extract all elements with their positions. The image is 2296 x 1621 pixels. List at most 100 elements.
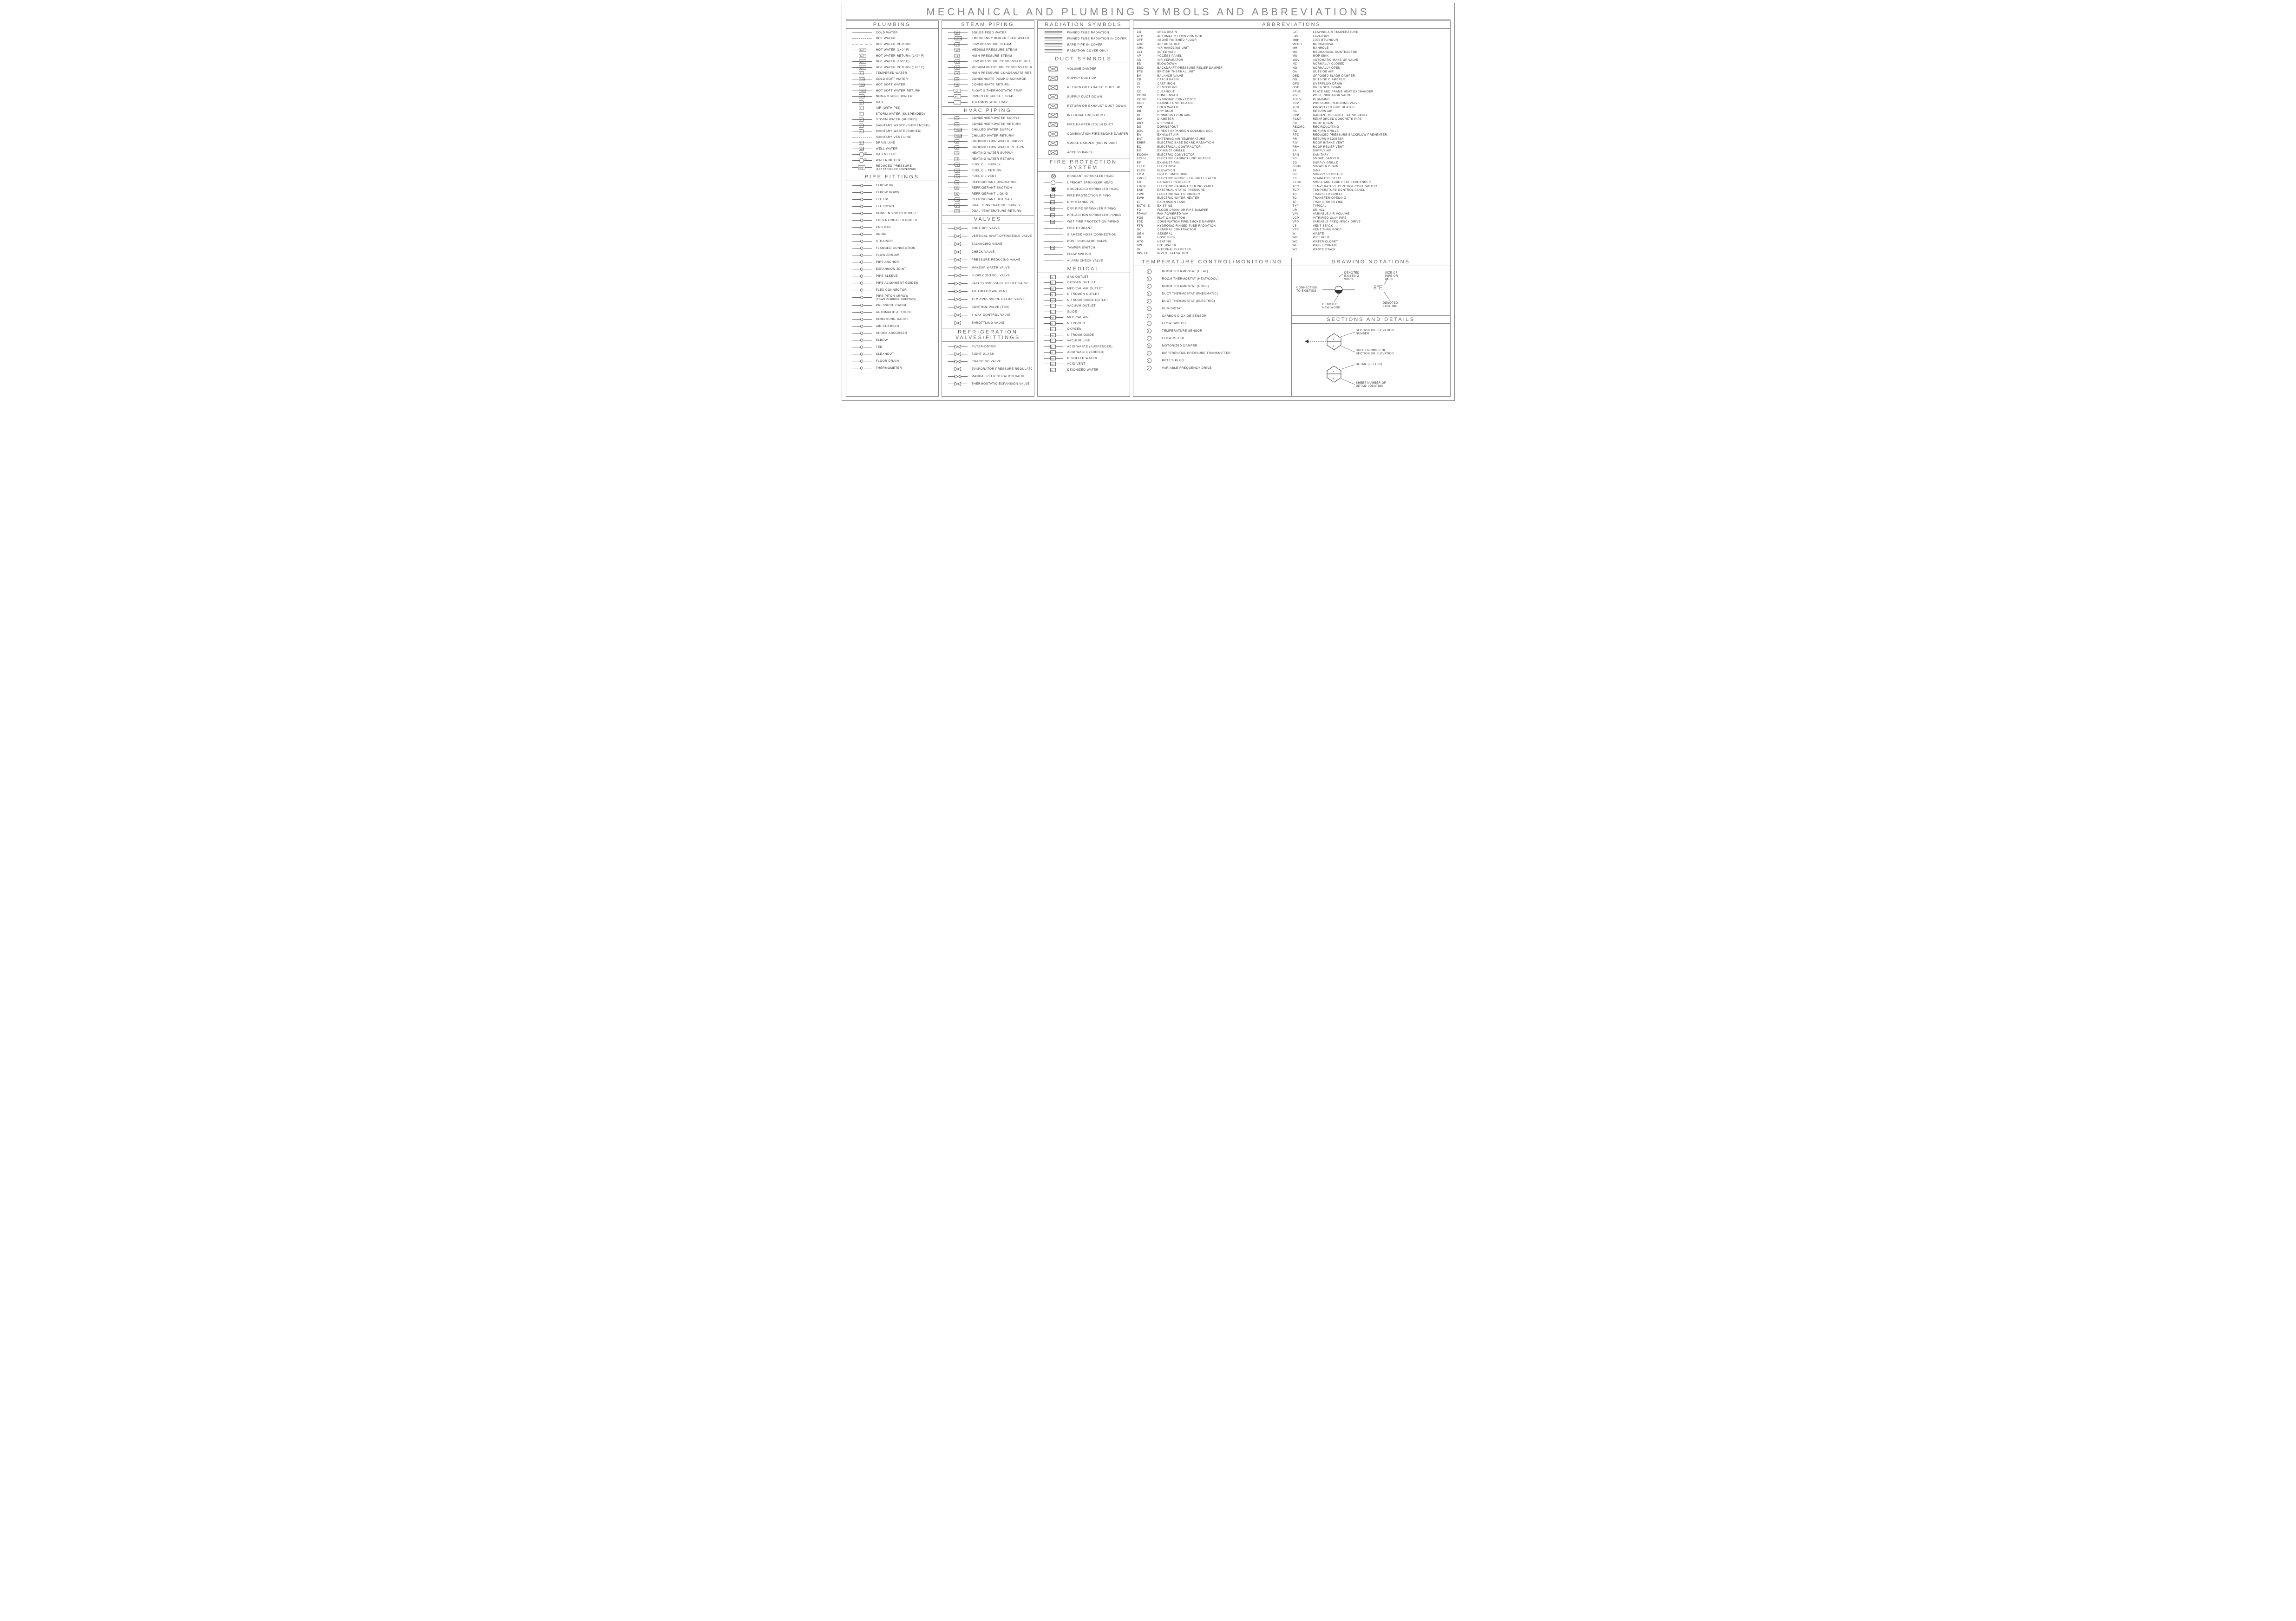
symbol-icon: F&T (944, 88, 972, 93)
svg-text:NEW WORK: NEW WORK (1322, 307, 1340, 309)
abbrev-key: RR (1293, 137, 1311, 142)
legend-label: AUTOMATIC AIR VENT (876, 311, 936, 314)
sheet-title: MECHANICAL AND PLUMBING SYMBOLS AND ABBR… (846, 6, 1451, 20)
svg-text:CHWR: CHWR (955, 135, 962, 137)
symbol-icon: MPR (944, 65, 972, 70)
symbol-icon: WW (848, 146, 876, 151)
symbol-icon: RHG (944, 197, 972, 202)
symbol-icon: HS (944, 150, 972, 156)
sec-title-sections: SECTIONS AND DETAILS (1292, 316, 1450, 324)
symbol-icon (944, 242, 972, 247)
legend-label: PRESSURE REDUCING VALVE (972, 256, 1032, 264)
abbrev-key: LAT (1293, 31, 1311, 35)
svg-text:IBT: IBT (955, 96, 957, 98)
legend-label: FLOW SWITCH (1162, 322, 1289, 325)
symbol-icon: F (1040, 193, 1067, 198)
legend-label: FINNED TUBE RADIATION (1067, 31, 1128, 34)
legend-row: ELBOW (848, 337, 936, 344)
legend-label: PIPE ALIGNMENT GUIDES (876, 281, 936, 285)
legend-row: LPRLOW PRESSURE CONDENSATE RETURN (944, 59, 1032, 65)
legend-label: MEDIUM PRESSURE STEAM (972, 48, 1032, 52)
abbrev-key: EWH (1137, 196, 1156, 201)
abbrev-key: SA (1293, 149, 1311, 153)
notation-diagram-icon: DENOTED EXISTING WORK DENOTED NEW WORK C… (1295, 269, 1447, 311)
legend-label: MOTORIZED DAMPER (1162, 344, 1289, 347)
legend-label: PRE-ACTION SPRINKLER PIPING (1067, 214, 1128, 217)
symbol-icon (848, 225, 876, 230)
symbol-icon (944, 265, 972, 270)
legend-label: TEMP/PRESSURE RELIEF VALVE (972, 296, 1032, 303)
legend-row: FOSFUEL OIL SUPPLY (944, 162, 1032, 168)
legend-row: UNION (848, 231, 936, 238)
symbol-icon: WF (1040, 219, 1067, 224)
svg-text:HPR: HPR (955, 72, 960, 75)
abbrev-key: EBBR (1137, 141, 1156, 145)
legend-row: THERMOSTATIC EXPANSION VALVE (944, 380, 1032, 387)
legend-label: END CAP (876, 226, 936, 229)
legend-row: TROOM THERMOSTAT (HEAT/COOL) (1136, 275, 1289, 283)
symbol-icon: G (848, 100, 876, 105)
abbrev-key: ECONV (1137, 153, 1156, 157)
symbol-icon: // (848, 117, 876, 122)
abbrev-value: AIR HOSE REEL (1158, 43, 1291, 47)
abbrev-value: RETURN AIR (1313, 110, 1446, 114)
list-temp: TROOM THERMOSTAT (HEAT)TROOM THERMOSTAT … (1133, 266, 1292, 374)
abbrev-key: OFD (1293, 82, 1311, 86)
svg-text:CSW: CSW (860, 78, 865, 80)
abbrev-key: FSD (1137, 220, 1156, 224)
legend-row: RADIATION COVER ONLY (1040, 48, 1128, 54)
symbol-icon (1040, 30, 1067, 35)
symbol-icon (944, 257, 972, 262)
abbrev-key: SS (1293, 177, 1311, 181)
legend-label: CHECK VALVE (972, 248, 1032, 256)
legend-label: NON-POTABLE WATER (876, 95, 936, 98)
legend-label: DUCT THERMOSTAT (PNEUMATIC) (1162, 292, 1289, 295)
abbrev-value: DRINKING FOUNTAIN (1158, 114, 1291, 118)
legend-row: FFIRE PROTECTION PIPING (1040, 192, 1128, 199)
legend-row: CRCONDENSATE RETURN (944, 82, 1032, 88)
legend-label: HUMIDISTAT (1162, 307, 1289, 310)
legend-row: MAMEDICAL AIR OUTLET (1040, 286, 1128, 292)
symbol-icon: HPS (944, 53, 972, 59)
legend-row: PAPRE-ACTION SPRINKLER PIPING (1040, 212, 1128, 218)
legend-label: CARBON DIOXIDE SENSOR (1162, 314, 1289, 318)
legend-label: GAS OUTLET (1067, 275, 1128, 279)
abbrev-key: EXTG, E. (1137, 204, 1156, 209)
abbrev-key: AFF (1137, 39, 1156, 43)
svg-text:MA: MA (1051, 288, 1054, 290)
legend-row: VVACUUM LINE (1040, 338, 1128, 344)
symbol-icon (848, 274, 876, 279)
legend-label: INVERTED BUCKET TRAP (972, 95, 1032, 98)
legend-row: AUTOMATIC AIR VENT (944, 288, 1032, 295)
symbol-icon (848, 36, 876, 41)
legend-row: FOVFUEL OIL VENT (944, 174, 1032, 180)
legend-label: ROOM THERMOSTAT (HEAT) (1162, 270, 1289, 273)
legend-row: DDRAIN LINE (848, 140, 936, 146)
abbrev-value: OVERFLOW DRAIN (1313, 82, 1446, 86)
legend-label: DISTILLED WATER (1067, 357, 1128, 360)
svg-text:PD: PD (955, 78, 959, 80)
abbrev-value: BALANCE VALVE (1158, 74, 1291, 78)
legend-row: EBFWEMERGENCY BOILER FEED WATER (944, 36, 1032, 42)
symbol-icon (848, 218, 876, 223)
legend-row: AIR CHAMBER (848, 323, 936, 330)
symbol-icon: 140° (848, 53, 876, 59)
legend-row: VVACUUM OUTLET (1040, 303, 1128, 309)
legend-label: CONCEALED SPRINKLER HEAD (1067, 188, 1128, 191)
abbrev-value: SUPPLY GRILLE (1313, 161, 1446, 165)
legend-row: HPRHIGH PRESSURE CONDENSATE RETURN (944, 71, 1032, 77)
svg-text:///: /// (1051, 352, 1053, 354)
legend-label: ROOM THERMOSTAT (COOL) (1162, 285, 1289, 288)
symbol-icon: PA (1040, 213, 1067, 218)
symbol-icon: F (1136, 321, 1162, 326)
legend-label: AUTOMATIC AIR VENT (972, 288, 1032, 295)
legend-row: RHGREFRIGERANT HOT GAS (944, 197, 1032, 203)
legend-label: ELBOW DOWN (876, 191, 936, 194)
svg-text:SIZE OF: SIZE OF (1385, 272, 1398, 275)
legend-row: COLD WATER (848, 30, 936, 36)
columns: PLUMBING COLD WATERHOT WATERHOT WATER RE… (846, 20, 1451, 397)
legend-row: TROOM THERMOSTAT (HEAT) (1136, 268, 1289, 275)
legend-label: POST INDICATOR VALVE (1067, 240, 1128, 243)
abbrev-key: CO (1137, 90, 1156, 94)
symbol-icon (848, 267, 876, 272)
